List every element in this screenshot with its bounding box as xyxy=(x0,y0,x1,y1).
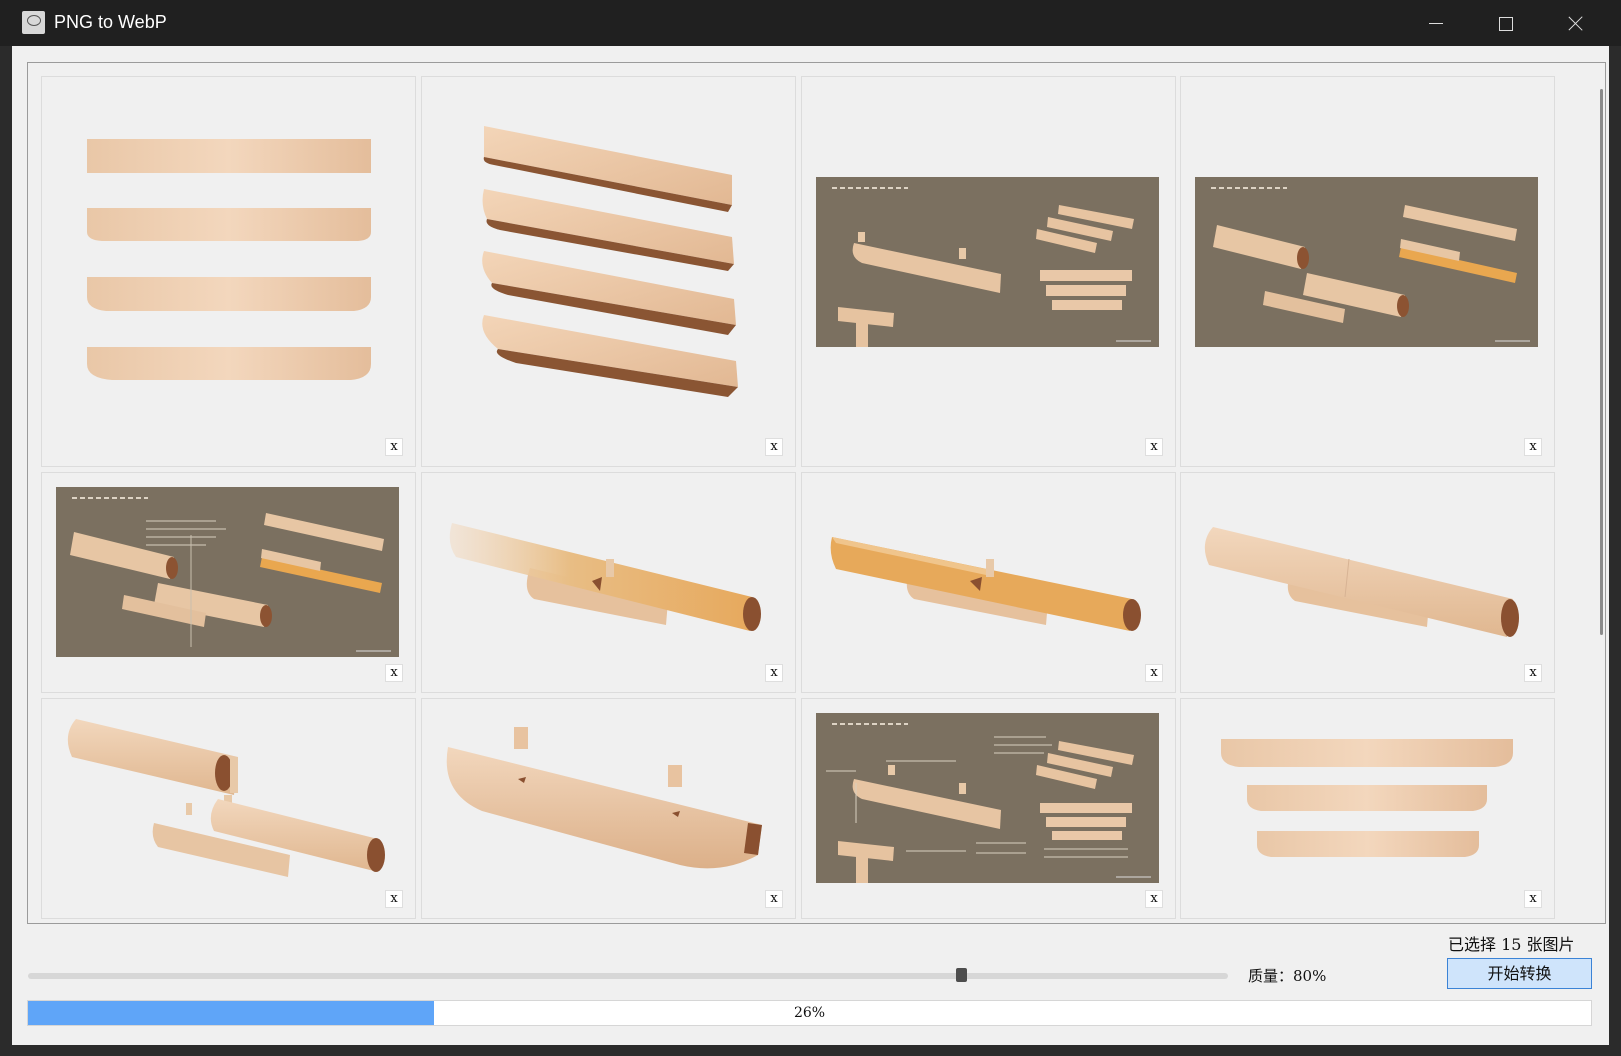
remove-image-button[interactable]: x xyxy=(1524,438,1542,456)
remove-image-button[interactable]: x xyxy=(765,664,783,682)
beam-joint-image xyxy=(449,523,761,631)
close-icon[interactable] xyxy=(1540,0,1610,46)
quality-slider[interactable] xyxy=(28,973,1228,979)
remove-image-button[interactable]: x xyxy=(765,890,783,908)
bracket-image xyxy=(446,727,762,869)
quality-label: 质量：80% xyxy=(1248,967,1327,985)
wood-boards-image xyxy=(1221,739,1513,857)
diagram-image xyxy=(1195,177,1538,347)
remove-image-button[interactable]: x xyxy=(1145,890,1163,908)
remove-image-button[interactable]: x xyxy=(385,438,403,456)
quality-slider-handle[interactable] xyxy=(956,968,967,982)
thumbnail-tile[interactable]: x xyxy=(421,76,796,467)
diagram-image xyxy=(56,487,399,657)
thumbnail-tile[interactable]: x xyxy=(1180,698,1555,919)
main-panel: x x x x x x x x x x x x 已选择 15 张图片 质量：80… xyxy=(12,46,1609,1045)
diagram-image xyxy=(816,713,1159,883)
remove-image-button[interactable]: x xyxy=(1145,438,1163,456)
window-title: PNG to WebP xyxy=(54,12,167,32)
thumbnail-tile[interactable]: x xyxy=(421,698,796,919)
beam-joint-image xyxy=(830,537,1141,631)
thumbnail-tile[interactable]: x xyxy=(1180,76,1555,467)
remove-image-button[interactable]: x xyxy=(385,890,403,908)
beam-exploded-image xyxy=(67,719,385,877)
remove-image-button[interactable]: x xyxy=(765,438,783,456)
scrollbar-thumb[interactable] xyxy=(1600,89,1603,635)
thumbnail-tile[interactable]: x xyxy=(41,698,416,919)
remove-image-button[interactable]: x xyxy=(1145,664,1163,682)
minimize-icon[interactable] xyxy=(1400,0,1470,46)
thumbnail-tile[interactable]: x xyxy=(41,472,416,693)
progress-bar: 26% xyxy=(27,1000,1592,1026)
thumbnail-tile[interactable]: x xyxy=(801,76,1176,467)
remove-image-button[interactable]: x xyxy=(1524,890,1542,908)
wood-boards-image xyxy=(482,126,738,397)
remove-image-button[interactable]: x xyxy=(385,664,403,682)
thumbnail-gallery[interactable]: x x x x x x x x x x x x xyxy=(27,62,1606,924)
thumbnail-tile[interactable]: x xyxy=(1180,472,1555,693)
thumbnail-tile[interactable]: x xyxy=(801,472,1176,693)
wood-boards-image xyxy=(87,139,371,380)
remove-image-button[interactable]: x xyxy=(1524,664,1542,682)
selection-status: 已选择 15 张图片 xyxy=(1448,935,1575,954)
thumbnail-tile[interactable]: x xyxy=(801,698,1176,919)
app-icon xyxy=(22,11,45,34)
beam-round-image xyxy=(1204,527,1519,637)
thumbnail-tile[interactable]: x xyxy=(41,76,416,467)
thumbnail-tile[interactable]: x xyxy=(421,472,796,693)
start-conversion-button[interactable]: 开始转换 xyxy=(1447,958,1592,989)
title-bar: PNG to WebP xyxy=(0,0,1621,46)
progress-label: 26% xyxy=(793,1005,826,1021)
maximize-icon[interactable] xyxy=(1470,0,1540,46)
diagram-image xyxy=(816,177,1159,347)
